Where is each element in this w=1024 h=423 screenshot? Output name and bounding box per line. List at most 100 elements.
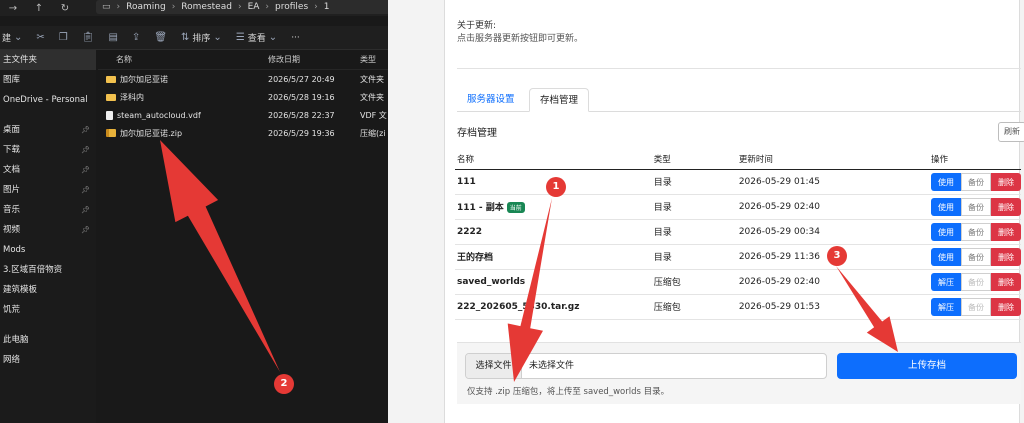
delete-button[interactable]: 删除 xyxy=(991,272,1021,291)
sidebar-item[interactable]: 桌面 📌︎ xyxy=(0,120,96,140)
folder-icon xyxy=(106,75,116,83)
explorer-toolbar: 建 ⌄ ✂ ❐ 📋︎ ▤ ⇪ 🗑︎ ⇅ 排序 ⌄ ☰ 查看 ⌄ ··· xyxy=(0,26,388,50)
refresh-icon[interactable]: ↻ xyxy=(52,3,78,14)
rename-icon[interactable]: ▤ xyxy=(108,32,117,43)
extract-button[interactable]: 解压 xyxy=(931,297,961,316)
saves-table: 名称 类型 更新时间 操作 111 目录 2026-05-29 01:45 使用 备份删… xyxy=(455,150,1021,320)
up-arrow-icon[interactable]: ↑ xyxy=(26,3,52,14)
tab-bar: 服务器设置 存档管理 xyxy=(457,88,1021,112)
sidebar-item-label: 文档 xyxy=(3,165,21,175)
sidebar-item-label: 主文件夹 xyxy=(3,55,38,65)
save-time: 2026-05-29 02:40 xyxy=(736,194,929,220)
table-header-time: 更新时间 xyxy=(736,150,929,170)
sidebar-item[interactable]: 图片 📌︎ xyxy=(0,180,96,200)
save-time: 2026-05-29 01:45 xyxy=(736,169,929,195)
refresh-button[interactable]: 刷新 xyxy=(998,122,1024,142)
tab-server-settings[interactable]: 服务器设置 xyxy=(457,88,525,112)
sidebar-item-label: 网络 xyxy=(3,355,21,365)
sidebar-item[interactable]: 主文件夹 xyxy=(0,50,96,70)
sidebar-item[interactable]: 此电脑 xyxy=(0,330,96,350)
sidebar-item[interactable]: 3.区域百倍物资 xyxy=(0,260,96,280)
tab-save-management[interactable]: 存档管理 xyxy=(529,88,590,112)
sidebar-item[interactable]: 网络 xyxy=(0,350,96,370)
backup-button: 备份 xyxy=(961,272,991,291)
save-actions: 使用 备份 删除 xyxy=(929,169,1021,195)
save-name: 111 - 副本 xyxy=(457,203,504,213)
breadcrumb-separator-icon: › xyxy=(171,2,176,12)
zip-icon xyxy=(106,129,116,137)
pin-icon: 📌︎ xyxy=(81,186,90,194)
update-info-description: 点击服务器更新按钮即可更新。 xyxy=(457,34,584,44)
copy-icon[interactable]: ❐ xyxy=(59,32,68,43)
file-row[interactable]: 泽科内 2026/5/28 19:16 文件夹 xyxy=(98,88,388,106)
delete-button[interactable]: 删除 xyxy=(991,172,1021,191)
breadcrumb-separator-icon: › xyxy=(265,2,270,12)
column-header-type[interactable]: 类型 xyxy=(360,54,388,65)
file-icon xyxy=(106,110,113,120)
cut-icon[interactable]: ✂ xyxy=(36,32,44,43)
file-row[interactable]: 加尔加尼亚诺 2026/5/27 20:49 文件夹 xyxy=(98,70,388,88)
sort-button-label: 排序 xyxy=(192,34,211,44)
sidebar-item[interactable]: 饥荒 xyxy=(0,300,96,320)
sidebar-item[interactable]: 建筑模板 xyxy=(0,280,96,300)
sidebar-item[interactable]: 文档 📌︎ xyxy=(0,160,96,180)
upload-save-button[interactable]: 上传存档 xyxy=(837,353,1017,379)
back-arrow-icon[interactable]: → xyxy=(0,3,26,14)
sidebar-item-label: Mods xyxy=(3,245,26,255)
table-row: 111 - 副本 当前 目录 2026-05-29 02:40 使用 备份 删除 xyxy=(455,194,1021,220)
paste-icon[interactable]: 📋︎ xyxy=(82,32,95,43)
backup-button[interactable]: 备份 xyxy=(961,197,991,216)
sidebar-item[interactable]: 下载 📌︎ xyxy=(0,140,96,160)
sidebar-item-label: 音乐 xyxy=(3,205,21,215)
sidebar-item-label: OneDrive - Personal xyxy=(3,95,88,105)
view-button[interactable]: ☰ 查看 ⌄ xyxy=(236,31,277,44)
choose-file-button[interactable]: 选择文件 xyxy=(466,354,522,378)
sidebar-item-label: 下载 xyxy=(3,145,21,155)
divider xyxy=(457,68,1021,69)
delete-button[interactable]: 删除 xyxy=(991,222,1021,241)
sidebar-item[interactable]: OneDrive - Personal xyxy=(0,90,96,110)
column-header-name[interactable]: 名称 xyxy=(98,54,268,65)
delete-icon[interactable]: 🗑︎ xyxy=(154,32,167,43)
delete-button[interactable]: 删除 xyxy=(991,297,1021,316)
more-options-button[interactable]: ··· xyxy=(291,33,300,43)
sidebar-item[interactable]: 图库 xyxy=(0,70,96,90)
no-file-chosen-text: 未选择文件 xyxy=(529,361,575,371)
column-header-modified[interactable]: 修改日期 xyxy=(268,54,360,65)
sidebar-item[interactable]: Mods xyxy=(0,240,96,260)
sidebar-item[interactable]: 视频 📌︎ xyxy=(0,220,96,240)
save-time: 2026-05-29 11:36 xyxy=(736,244,929,270)
breadcrumb-item[interactable]: Roaming xyxy=(126,2,166,12)
sort-button[interactable]: ⇅ 排序 ⌄ xyxy=(181,31,222,44)
delete-button[interactable]: 删除 xyxy=(991,197,1021,216)
breadcrumb-item[interactable]: 1 xyxy=(324,2,330,12)
save-name-cell: 111 xyxy=(455,169,652,195)
file-row[interactable]: 加尔加尼亚诺.zip 2026/5/29 19:36 压缩(zi xyxy=(98,124,388,142)
extract-button[interactable]: 解压 xyxy=(931,272,961,291)
file-input[interactable]: 选择文件 未选择文件 xyxy=(465,353,827,379)
update-info-title: 关于更新: xyxy=(457,21,497,31)
file-name-cell: 加尔加尼亚诺 xyxy=(98,74,268,85)
sidebar-item[interactable]: 音乐 📌︎ xyxy=(0,200,96,220)
use-button[interactable]: 使用 xyxy=(931,247,961,266)
breadcrumb-item[interactable]: profiles xyxy=(275,2,308,12)
breadcrumb-item[interactable]: EA xyxy=(248,2,260,12)
backup-button[interactable]: 备份 xyxy=(961,247,991,266)
new-button[interactable]: 建 ⌄ xyxy=(2,31,22,44)
sidebar-item-label: 饥荒 xyxy=(3,305,21,315)
table-header-ops: 操作 xyxy=(929,150,1021,170)
share-icon[interactable]: ⇪ xyxy=(132,32,140,43)
backup-button[interactable]: 备份 xyxy=(961,172,991,191)
use-button[interactable]: 使用 xyxy=(931,222,961,241)
use-button[interactable]: 使用 xyxy=(931,172,961,191)
backup-button[interactable]: 备份 xyxy=(961,222,991,241)
use-button[interactable]: 使用 xyxy=(931,197,961,216)
file-row[interactable]: steam_autocloud.vdf 2026/5/28 22:37 VDF 文 xyxy=(98,106,388,124)
sidebar-item-label: 建筑模板 xyxy=(3,285,38,295)
address-bar[interactable]: ▭ › Roaming › Romestead › EA › profiles … xyxy=(96,0,388,14)
file-type: 文件夹 xyxy=(360,74,384,84)
breadcrumb-item[interactable]: Romestead xyxy=(181,2,232,12)
delete-button[interactable]: 删除 xyxy=(991,247,1021,266)
chevron-down-icon: ⌄ xyxy=(213,32,222,43)
